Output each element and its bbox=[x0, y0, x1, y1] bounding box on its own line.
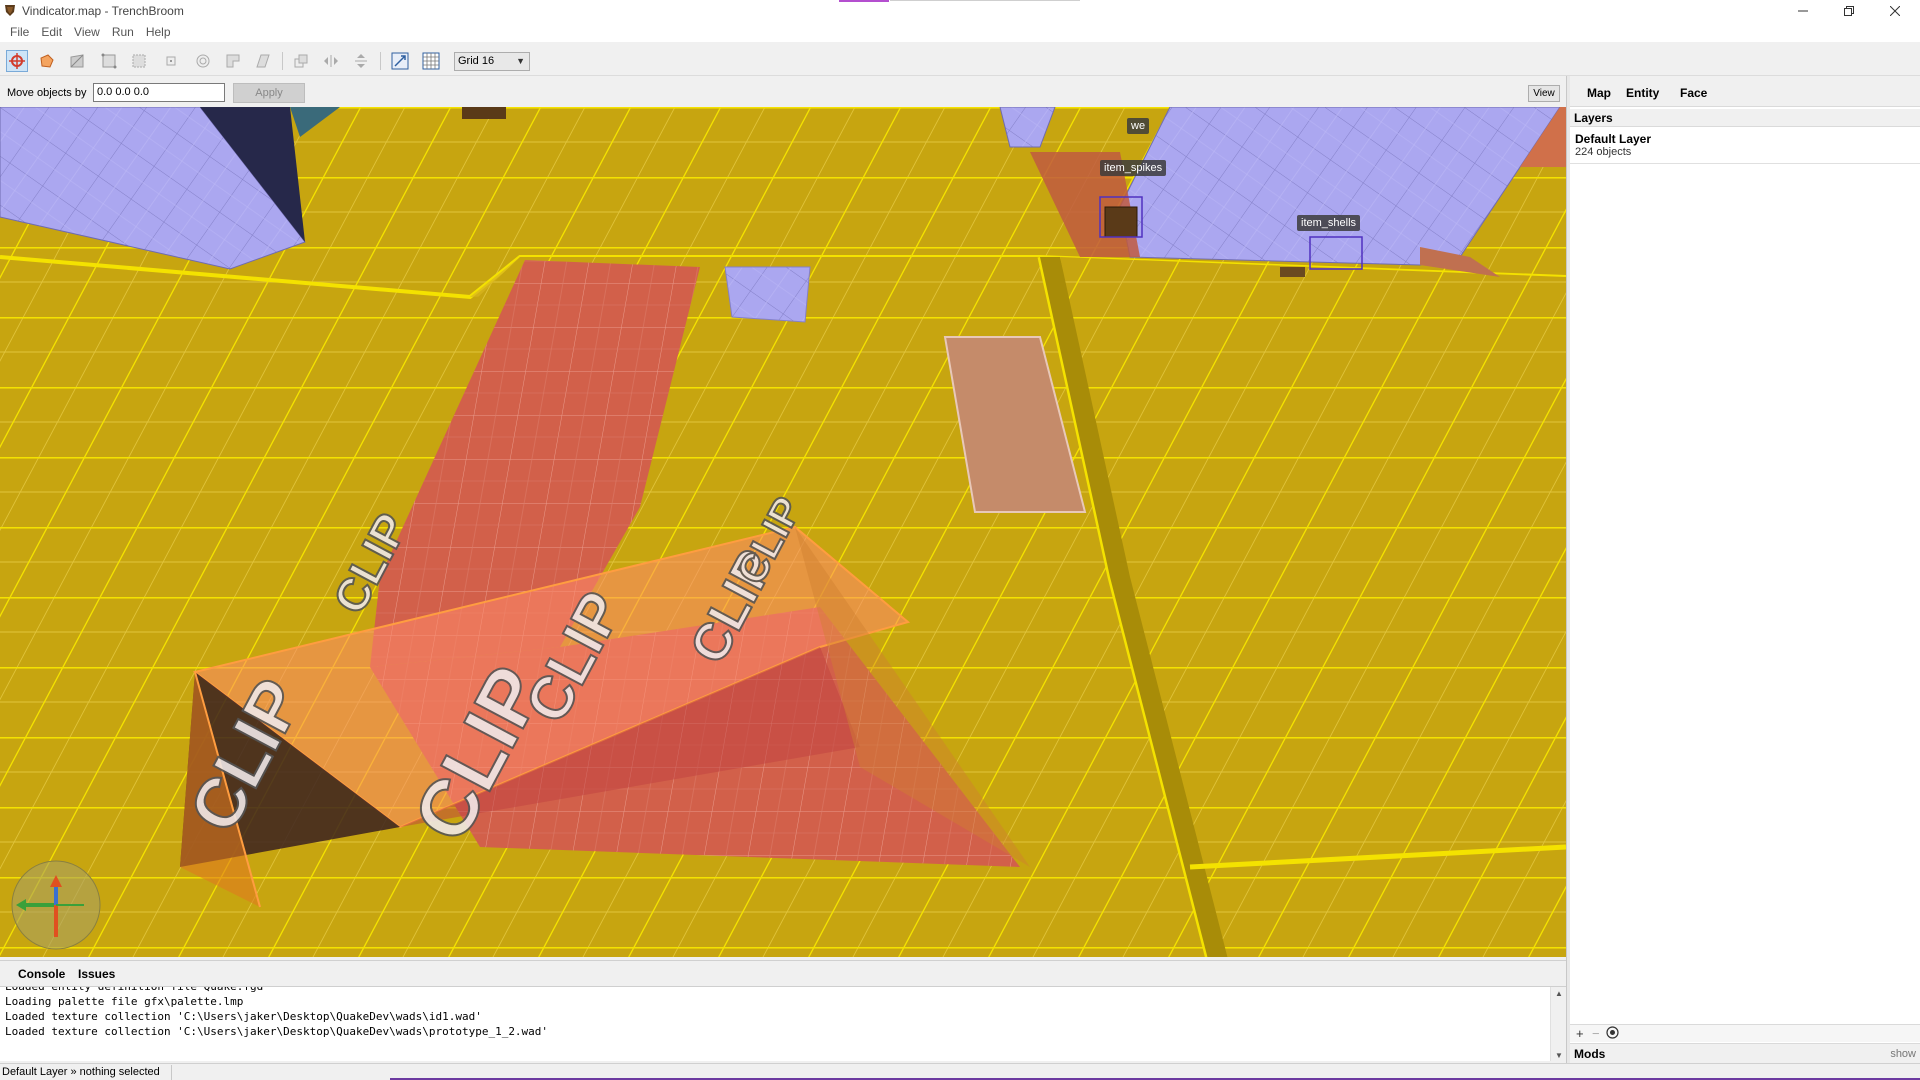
status-bar: Default Layer » nothing selected bbox=[0, 1063, 1920, 1080]
tab-face[interactable]: Face bbox=[1680, 86, 1707, 100]
toolbar-separator bbox=[380, 52, 381, 70]
mods-show-link[interactable]: show bbox=[1890, 1048, 1916, 1060]
menu-help[interactable]: Help bbox=[140, 25, 177, 39]
mods-label: Mods bbox=[1574, 1047, 1606, 1061]
status-separator bbox=[171, 1065, 172, 1080]
title-accent-line bbox=[890, 0, 1080, 1]
edge-tool-icon bbox=[132, 54, 146, 68]
close-button[interactable] bbox=[1872, 0, 1918, 22]
console-tabs: Console Issues bbox=[0, 960, 1566, 985]
chevron-down-icon: ▼ bbox=[516, 56, 525, 66]
window-title: Vindicator.map - TrenchBroom bbox=[22, 4, 184, 18]
axis-compass bbox=[11, 860, 101, 950]
trenchbroom-logo-icon bbox=[5, 5, 15, 16]
move-objects-bar: Move objects by 0.0 0.0 0.0 Apply View bbox=[0, 80, 1566, 106]
toolbar-separator bbox=[282, 52, 283, 70]
3d-viewport[interactable]: CLIP CLIP CLIP CLIP CLIP CLIP item_spike… bbox=[0, 107, 1566, 957]
texture-lock-button[interactable] bbox=[389, 50, 411, 72]
clip-tool-button[interactable] bbox=[66, 50, 88, 72]
move-tool-button[interactable] bbox=[6, 50, 28, 72]
console-scrollbar[interactable]: ▲ ▼ bbox=[1550, 987, 1566, 1061]
grid-size-value: Grid 16 bbox=[458, 55, 495, 67]
trenchbroom-window: Vindicator.map - TrenchBroom File Edit V… bbox=[0, 0, 1920, 1080]
edge-tool-button[interactable] bbox=[128, 50, 150, 72]
close-icon bbox=[1890, 6, 1900, 16]
move-offset-input[interactable]: 0.0 0.0 0.0 bbox=[93, 83, 225, 102]
menu-file[interactable]: File bbox=[4, 25, 35, 39]
face-tool-button[interactable] bbox=[160, 50, 182, 72]
clip-tool-icon bbox=[70, 54, 84, 68]
shear-tool-button[interactable] bbox=[252, 50, 274, 72]
flip-vertical-button[interactable] bbox=[350, 50, 372, 72]
inspector-tabs: Map Entity Face bbox=[1570, 76, 1920, 107]
add-layer-icon[interactable]: + bbox=[1576, 1026, 1584, 1041]
texture-lock-icon bbox=[391, 52, 409, 70]
console-line: Loaded entity definition file Quake.fgd bbox=[5, 986, 264, 993]
flip-horizontal-icon bbox=[324, 55, 338, 67]
menu-bar: File Edit View Run Help bbox=[0, 22, 1920, 42]
flip-horizontal-button[interactable] bbox=[320, 50, 342, 72]
tab-map[interactable]: Map bbox=[1587, 86, 1611, 100]
remove-layer-icon[interactable]: − bbox=[1592, 1026, 1600, 1041]
uv-lock-icon bbox=[422, 52, 440, 70]
duplicate-button[interactable] bbox=[290, 50, 312, 72]
entity-label-item-shells: item_shells bbox=[1297, 215, 1361, 231]
layer-list-item[interactable]: Default Layer 224 objects bbox=[1570, 128, 1920, 164]
status-text: Default Layer » nothing selected bbox=[2, 1066, 160, 1078]
console-line: Loading palette file gfx\palette.lmp bbox=[5, 995, 244, 1008]
entity-label-partial: we bbox=[1127, 118, 1150, 134]
console-line: Loaded texture collection 'C:\Users\jake… bbox=[5, 1010, 482, 1023]
layer-object-count: 224 objects bbox=[1575, 146, 1632, 158]
brush-tool-icon bbox=[196, 54, 210, 68]
eye-icon[interactable] bbox=[1606, 1026, 1619, 1042]
menu-edit[interactable]: Edit bbox=[35, 25, 68, 39]
layer-name: Default Layer bbox=[1575, 132, 1652, 146]
restore-button[interactable] bbox=[1826, 0, 1872, 22]
cylinder-tool-button[interactable] bbox=[222, 50, 244, 72]
face-tool-icon bbox=[166, 56, 176, 66]
menu-run[interactable]: Run bbox=[106, 25, 140, 39]
console-line: Loaded texture collection 'C:\Users\jake… bbox=[5, 1025, 549, 1038]
layers-header: Layers bbox=[1570, 109, 1920, 127]
entity-label-item-spikes: item_spikes bbox=[1100, 160, 1167, 176]
grid-size-select[interactable]: Grid 16 ▼ bbox=[454, 52, 530, 71]
move-objects-label: Move objects by bbox=[7, 87, 87, 99]
inspector-panel: Map Entity Face Layers Default Layer 224… bbox=[1570, 76, 1920, 1066]
toolbar bbox=[0, 44, 1920, 76]
minimize-icon bbox=[1798, 10, 1808, 12]
view-button[interactable]: View bbox=[1528, 85, 1560, 102]
tab-entity[interactable]: Entity bbox=[1626, 86, 1659, 100]
title-bar: Vindicator.map - TrenchBroom bbox=[0, 0, 1920, 22]
rotate-tool-icon bbox=[40, 54, 54, 68]
mods-section: Mods show bbox=[1570, 1043, 1920, 1063]
tab-issues[interactable]: Issues bbox=[78, 967, 115, 981]
flip-vertical-icon bbox=[355, 54, 367, 68]
cylinder-tool-icon bbox=[226, 54, 240, 68]
vertex-tool-icon bbox=[101, 53, 117, 69]
brush-tool-button[interactable] bbox=[192, 50, 214, 72]
shear-tool-icon bbox=[256, 54, 270, 68]
scroll-up-icon[interactable]: ▲ bbox=[1555, 989, 1563, 998]
viewport-scene: CLIP CLIP CLIP CLIP CLIP CLIP bbox=[0, 107, 1566, 957]
rotate-tool-button[interactable] bbox=[36, 50, 58, 72]
layer-toolbar: + − bbox=[1570, 1024, 1920, 1042]
title-accent bbox=[839, 0, 889, 2]
move-tool-icon bbox=[9, 53, 25, 69]
console-output[interactable]: Loaded entity definition file Quake.fgd … bbox=[0, 986, 1566, 1061]
uv-lock-button[interactable] bbox=[420, 50, 442, 72]
minimize-button[interactable] bbox=[1780, 0, 1826, 22]
tab-console[interactable]: Console bbox=[18, 967, 65, 981]
duplicate-icon bbox=[294, 54, 308, 68]
menu-view[interactable]: View bbox=[68, 25, 106, 39]
scroll-down-icon[interactable]: ▼ bbox=[1555, 1051, 1563, 1060]
restore-icon bbox=[1844, 6, 1854, 16]
vertex-tool-button[interactable] bbox=[98, 50, 120, 72]
apply-button[interactable]: Apply bbox=[233, 83, 305, 103]
